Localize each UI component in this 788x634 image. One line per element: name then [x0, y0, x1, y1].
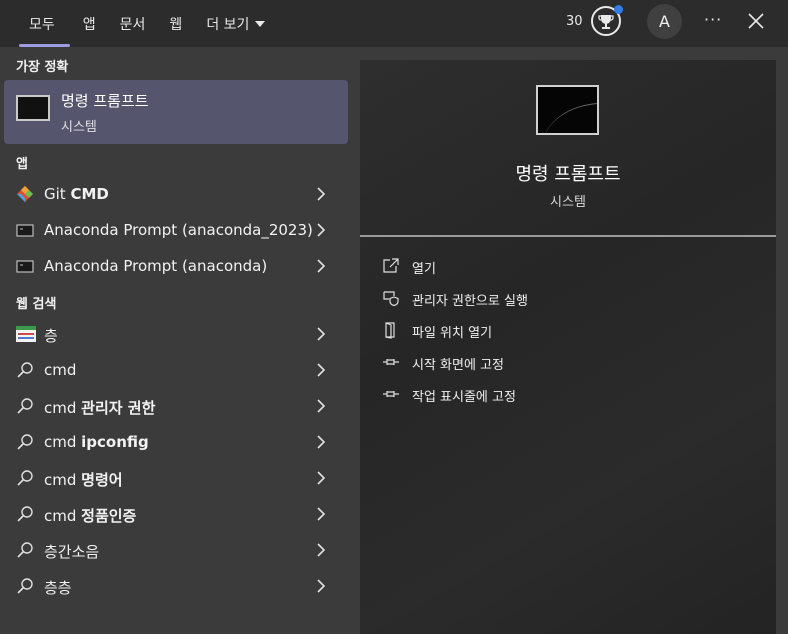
chevron-right-icon[interactable]	[316, 327, 326, 341]
chevron-right-icon[interactable]	[316, 507, 326, 521]
apps-heading: 앱	[16, 157, 28, 172]
best-match-heading: 가장 정확	[16, 60, 69, 75]
app-result-git-cmd[interactable]: Git CMD	[4, 176, 344, 212]
pin-to-taskbar-action[interactable]: 작업 표시줄에 고정	[382, 382, 762, 406]
open-action[interactable]: 열기	[382, 254, 762, 278]
chevron-right-icon[interactable]	[316, 223, 326, 237]
search-icon	[16, 505, 34, 523]
folder-icon	[382, 321, 400, 339]
best-match-title: 명령 프롬프트	[61, 92, 149, 110]
detail-subtitle: 시스템	[550, 195, 586, 210]
web-result-label: cmd 정품인증	[44, 507, 137, 525]
app-result-label: Anaconda Prompt (anaconda)	[44, 257, 268, 275]
detail-title: 명령 프롬프트	[515, 164, 621, 185]
open-file-location-action[interactable]: 파일 위치 열기	[382, 318, 762, 342]
more-options-button[interactable]: ···	[704, 10, 722, 29]
web-result-item[interactable]: cmd 관리자 권한	[4, 388, 344, 424]
rewards-trophy-icon[interactable]	[591, 5, 623, 36]
action-label: 열기	[412, 262, 436, 277]
chevron-down-icon	[255, 20, 266, 27]
close-button[interactable]	[745, 10, 767, 32]
search-icon	[16, 361, 34, 379]
chevron-right-icon[interactable]	[316, 435, 326, 449]
web-thumbnail-icon	[16, 325, 36, 343]
action-label: 파일 위치 열기	[412, 326, 493, 341]
run-as-admin-action[interactable]: 관리자 권한으로 실행	[382, 286, 762, 310]
web-result-item[interactable]: cmd 명령어	[4, 460, 344, 496]
chevron-right-icon[interactable]	[316, 543, 326, 557]
app-result-label: Anaconda Prompt (anaconda_2023)	[44, 221, 313, 239]
search-icon	[16, 397, 34, 415]
best-match-subtitle: 시스템	[61, 120, 97, 135]
pin-icon	[382, 353, 400, 371]
tab-all[interactable]: 모두	[0, 0, 71, 47]
search-icon	[16, 433, 34, 451]
tab-documents[interactable]: 문서	[108, 0, 158, 47]
detail-pane: 명령 프롬프트 시스템 열기 관리자 권한으로 실행 파일 위치 열기 시작 화…	[360, 60, 776, 634]
chevron-right-icon[interactable]	[316, 363, 326, 377]
terminal-icon	[16, 221, 34, 239]
web-result-label: cmd 명령어	[44, 471, 123, 489]
rewards-points: 30	[566, 14, 583, 29]
action-label: 작업 표시줄에 고정	[412, 390, 516, 405]
web-result-item[interactable]: 층층	[4, 568, 344, 604]
chevron-right-icon[interactable]	[316, 259, 326, 273]
web-result-item[interactable]: cmd	[4, 352, 344, 388]
tab-more-label: 더 보기	[206, 16, 250, 33]
search-icon	[16, 577, 34, 595]
tab-web[interactable]: 웹	[157, 0, 194, 47]
open-icon	[382, 257, 400, 275]
command-prompt-icon	[16, 95, 50, 121]
web-result-label: 층층	[44, 579, 72, 597]
web-result-item[interactable]: 층	[4, 316, 344, 352]
web-result-label: cmd 관리자 권한	[44, 399, 156, 417]
app-result-anaconda-2023[interactable]: Anaconda Prompt (anaconda_2023)	[4, 212, 344, 248]
search-header: 모두 앱 문서 웹 더 보기 30 A ···	[0, 0, 788, 47]
chevron-right-icon[interactable]	[316, 579, 326, 593]
chevron-right-icon[interactable]	[316, 471, 326, 485]
tab-apps-label: 앱	[82, 16, 96, 33]
action-label: 시작 화면에 고정	[412, 358, 504, 373]
web-result-label: cmd ipconfig	[44, 433, 149, 451]
web-result-label: cmd	[44, 361, 77, 379]
filter-tabs: 모두 앱 문서 웹 더 보기	[0, 0, 277, 47]
chevron-right-icon[interactable]	[316, 399, 326, 413]
pin-to-start-action[interactable]: 시작 화면에 고정	[382, 350, 762, 374]
app-result-label: Git CMD	[44, 185, 109, 203]
terminal-icon	[16, 257, 34, 275]
app-result-anaconda[interactable]: Anaconda Prompt (anaconda)	[4, 248, 344, 284]
tab-apps[interactable]: 앱	[71, 0, 108, 47]
web-result-item[interactable]: cmd ipconfig	[4, 424, 344, 460]
web-result-label: 층간소음	[44, 543, 100, 561]
chevron-right-icon[interactable]	[316, 187, 326, 201]
command-prompt-large-icon	[536, 85, 599, 135]
divider	[360, 235, 776, 237]
web-result-label: 층	[44, 327, 58, 345]
web-result-item[interactable]: 층간소음	[4, 532, 344, 568]
search-icon	[16, 541, 34, 559]
action-label: 관리자 권한으로 실행	[412, 294, 528, 309]
pin-icon	[382, 385, 400, 403]
notification-dot	[614, 5, 623, 14]
web-search-heading: 웹 검색	[16, 297, 57, 312]
tab-all-label: 모두	[29, 16, 55, 33]
search-icon	[16, 469, 34, 487]
best-match-item[interactable]: 명령 프롬프트 시스템	[4, 80, 348, 144]
tab-more[interactable]: 더 보기	[194, 0, 277, 47]
tab-documents-label: 문서	[119, 16, 146, 33]
shield-icon	[382, 289, 400, 307]
tab-web-label: 웹	[169, 16, 183, 33]
web-result-item[interactable]: cmd 정품인증	[4, 496, 344, 532]
git-icon	[16, 185, 34, 203]
close-icon	[748, 13, 764, 29]
avatar[interactable]: A	[647, 4, 682, 39]
